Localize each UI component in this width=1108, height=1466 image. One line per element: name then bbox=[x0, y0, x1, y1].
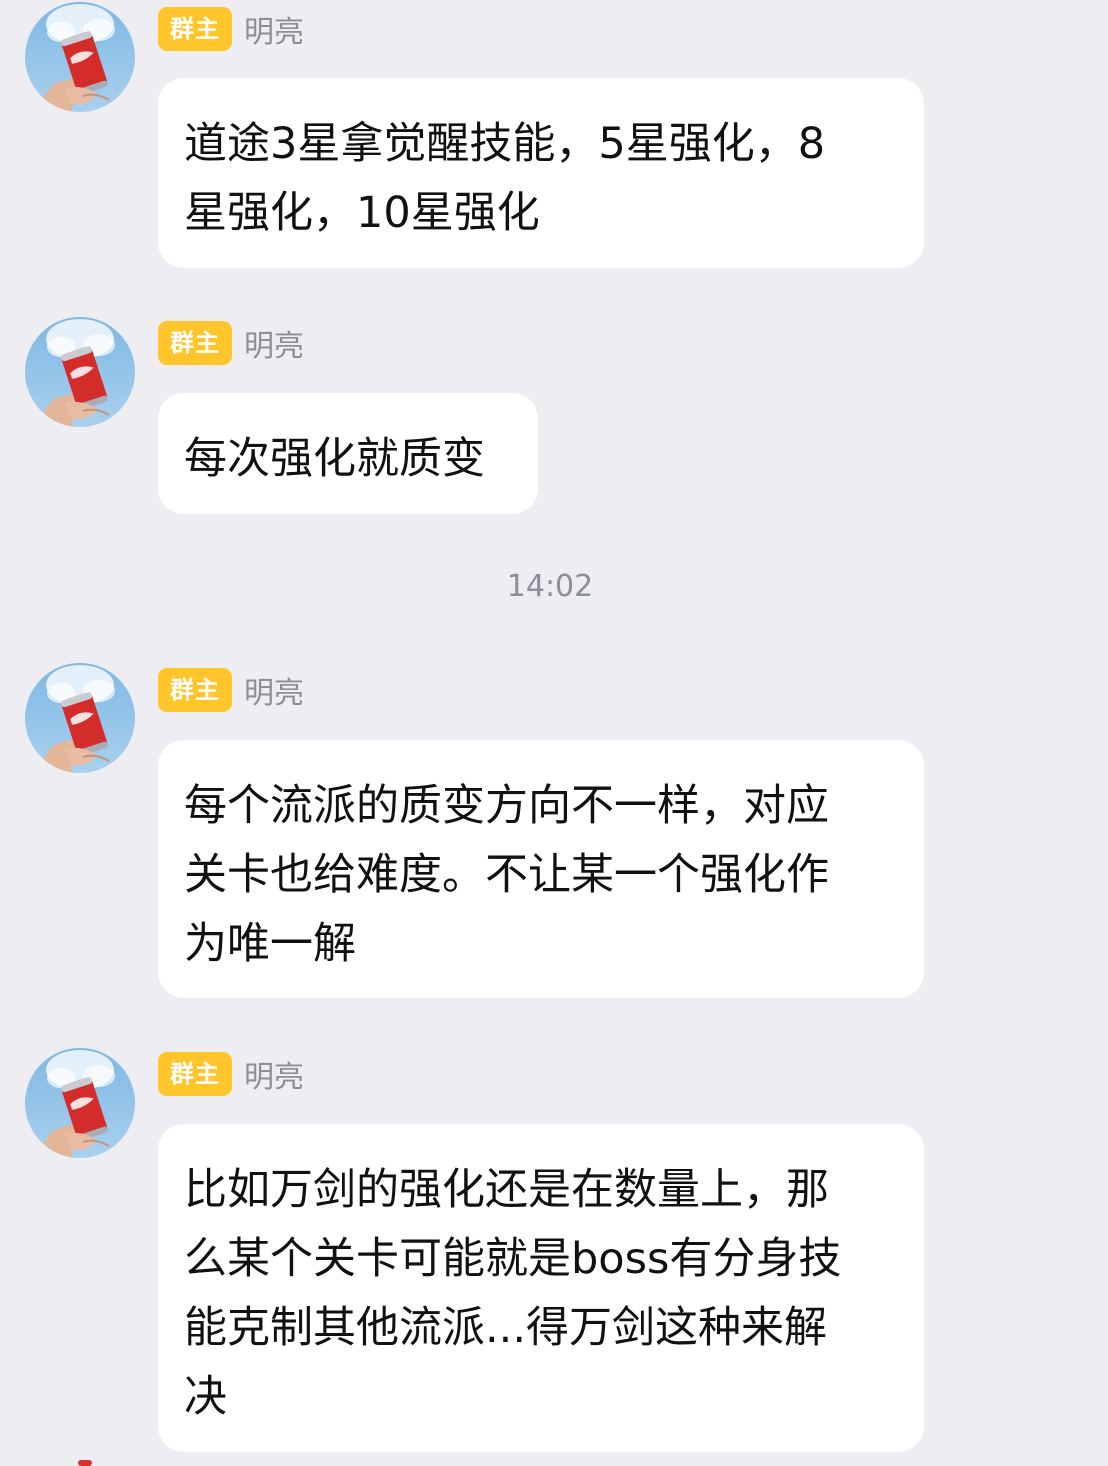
group-owner-badge: 群主 bbox=[158, 668, 232, 712]
message-bubble[interactable]: 道途3星拿觉醒技能，5星强化，8 星强化，10星强化 bbox=[158, 78, 924, 268]
sender-line: 群主 明亮 bbox=[158, 667, 304, 713]
avatar[interactable] bbox=[25, 1048, 135, 1158]
sender-name[interactable]: 明亮 bbox=[244, 321, 304, 365]
message-bubble[interactable]: 比如万剑的强化还是在数量上，那 么某个关卡可能就是boss有分身技 能克制其他流… bbox=[158, 1124, 924, 1452]
group-owner-badge: 群主 bbox=[158, 1052, 232, 1096]
next-avatar-partial bbox=[78, 1460, 92, 1466]
avatar-coca-cola-icon bbox=[25, 2, 135, 112]
avatar[interactable] bbox=[25, 2, 135, 112]
avatar[interactable] bbox=[25, 663, 135, 773]
avatar-coca-cola-icon bbox=[25, 317, 135, 427]
group-owner-badge: 群主 bbox=[158, 321, 232, 365]
message-text: 每次强化就质变 bbox=[184, 434, 485, 484]
avatar-coca-cola-icon bbox=[25, 663, 135, 773]
sender-name[interactable]: 明亮 bbox=[244, 1052, 304, 1096]
message-bubble[interactable]: 每次强化就质变 bbox=[158, 393, 538, 514]
sender-name[interactable]: 明亮 bbox=[244, 7, 304, 51]
avatar[interactable] bbox=[25, 317, 135, 427]
message-text: 每个流派的质变方向不一样，对应 关卡也给难度。不让某一个强化作 为唯一解 bbox=[184, 781, 829, 969]
group-owner-badge: 群主 bbox=[158, 7, 232, 51]
sender-line: 群主 明亮 bbox=[158, 320, 304, 366]
sender-name[interactable]: 明亮 bbox=[244, 668, 304, 712]
message-bubble[interactable]: 每个流派的质变方向不一样，对应 关卡也给难度。不让某一个强化作 为唯一解 bbox=[158, 740, 924, 998]
avatar-coca-cola-icon bbox=[25, 1048, 135, 1158]
sender-line: 群主 明亮 bbox=[158, 6, 304, 52]
message-text: 道途3星拿觉醒技能，5星强化，8 星强化，10星强化 bbox=[184, 119, 826, 238]
message-timestamp: 14:02 bbox=[506, 569, 594, 604]
message-text: 比如万剑的强化还是在数量上，那 么某个关卡可能就是boss有分身技 能克制其他流… bbox=[184, 1165, 842, 1422]
sender-line: 群主 明亮 bbox=[158, 1051, 304, 1097]
